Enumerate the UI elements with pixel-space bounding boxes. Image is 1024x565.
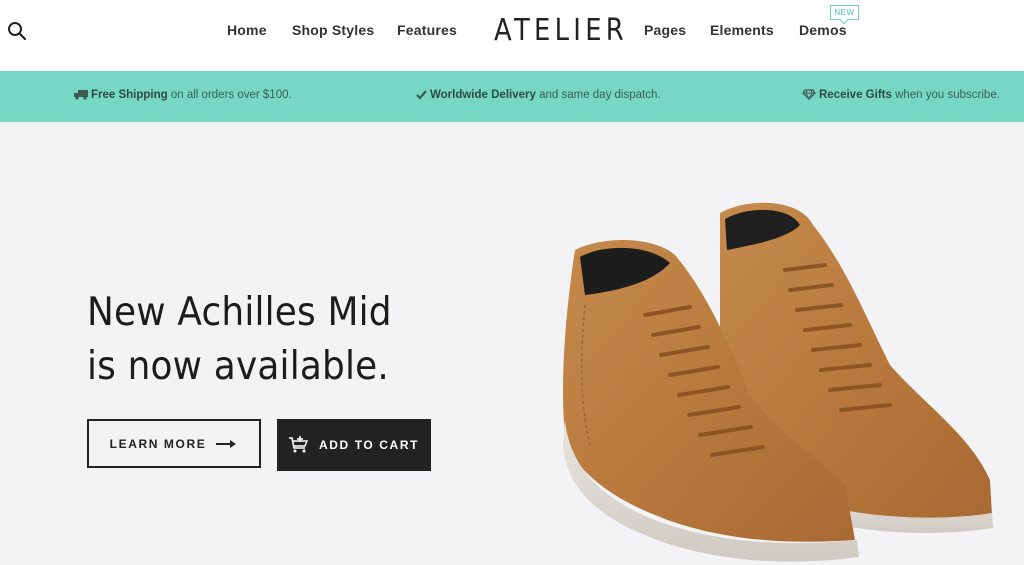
search-icon[interactable] <box>7 21 27 41</box>
check-icon <box>416 90 427 100</box>
promo-free-shipping: Free Shipping on all orders over $100. <box>74 89 292 101</box>
nav-demos[interactable]: Demos <box>799 22 847 38</box>
promo-strip: Free Shipping on all orders over $100. W… <box>0 71 1024 122</box>
hero-title-line2: is now available. <box>87 344 390 389</box>
hero-title-line1: New Achilles Mid <box>87 290 392 335</box>
nav-home[interactable]: Home <box>227 22 267 38</box>
nav-pages[interactable]: Pages <box>644 22 686 38</box>
learn-more-button[interactable]: LEARN MORE <box>87 419 261 468</box>
nav-features[interactable]: Features <box>397 22 457 38</box>
add-to-cart-button[interactable]: ADD TO CART <box>277 419 431 471</box>
truck-icon <box>74 90 88 100</box>
promo-worldwide-delivery-text: and same day dispatch. <box>535 89 661 101</box>
add-to-cart-label: ADD TO CART <box>318 438 420 452</box>
promo-free-shipping-text: on all orders over $100. <box>167 89 292 101</box>
nav-shop-styles[interactable]: Shop Styles <box>292 22 374 38</box>
promo-receive-gifts-bold: Receive Gifts <box>819 89 892 101</box>
promo-receive-gifts-text: when you subscribe. <box>891 89 1000 101</box>
hero-title: New Achilles Mid is now available. <box>87 286 392 394</box>
learn-more-label: LEARN MORE <box>109 436 207 451</box>
promo-receive-gifts: Receive Gifts when you subscribe. <box>802 89 1000 101</box>
nav-elements[interactable]: Elements <box>710 22 774 38</box>
new-badge: NEW <box>830 5 859 20</box>
product-image-sneakers <box>563 202 993 562</box>
diamond-icon <box>802 89 816 100</box>
promo-worldwide-delivery: Worldwide Delivery and same day dispatch… <box>416 89 661 101</box>
promo-worldwide-delivery-bold: Worldwide Delivery <box>430 89 536 101</box>
arrow-right-icon <box>216 439 237 448</box>
site-logo[interactable]: ATELIER <box>494 13 628 48</box>
site-header: Home Shop Styles Features ATELIER Pages … <box>0 0 1024 71</box>
cart-add-icon <box>288 436 309 453</box>
promo-free-shipping-bold: Free Shipping <box>91 89 168 101</box>
